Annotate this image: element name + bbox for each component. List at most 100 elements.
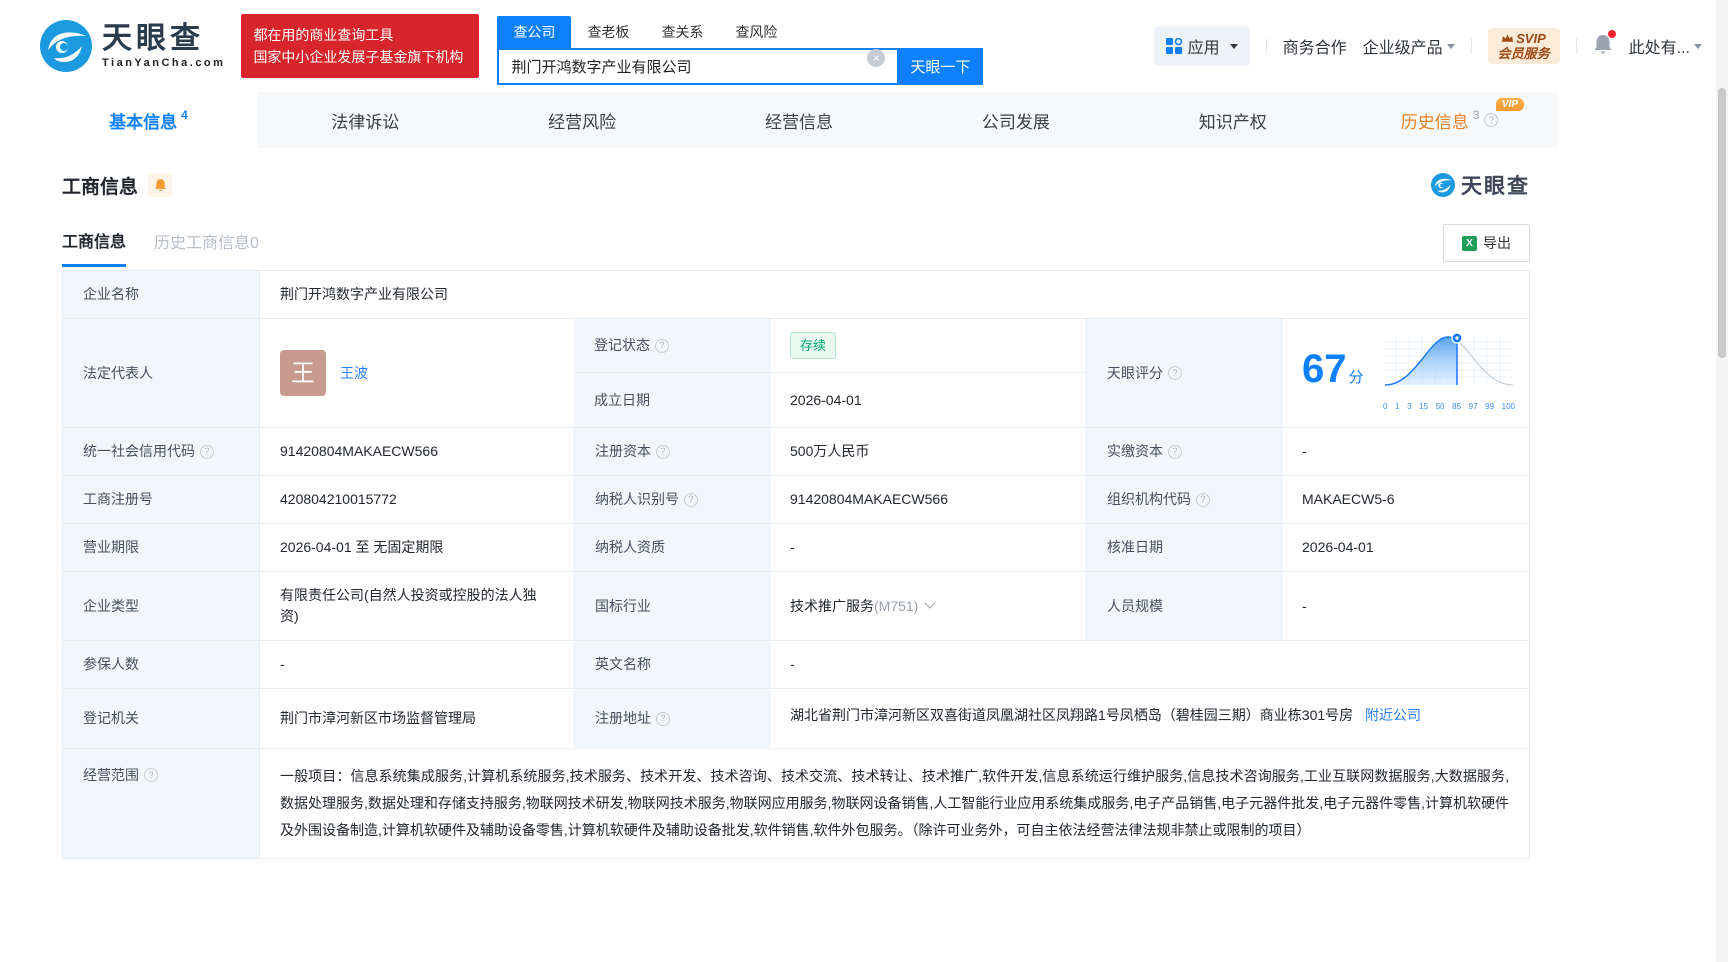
table-row: 法定代表人 王 王波 登记状态 ? 存续 成立日期 2026-04-01 天眼评… <box>63 319 1529 428</box>
search-tab-boss[interactable]: 查老板 <box>571 16 645 48</box>
reg-status-label: 登记状态 ? <box>574 319 769 372</box>
search-tab-risk[interactable]: 查风险 <box>719 16 793 48</box>
user-menu[interactable]: 此处有... <box>1629 34 1702 58</box>
subtab-business-info[interactable]: 工商信息 <box>62 228 127 267</box>
legal-rep-label: 法定代表人 <box>63 319 259 427</box>
help-icon[interactable]: ? <box>1168 366 1182 380</box>
score-axis-ticks: 01 3 15 50 85 97 99 100 <box>1383 402 1515 411</box>
vip-badge: VIP <box>1495 98 1525 111</box>
industry-value: 技术推广服务 (M751) <box>769 572 1086 640</box>
industry-label: 国标行业 <box>574 572 769 640</box>
insured-count-label: 参保人数 <box>63 641 259 688</box>
nearby-companies-link[interactable]: 附近公司 <box>1365 707 1421 723</box>
staff-size-label: 人员规模 <box>1086 572 1281 640</box>
tab-intellectual-property[interactable]: 知识产权 <box>1124 92 1341 148</box>
section-title: 工商信息 <box>62 176 139 198</box>
logo-title: 天眼查 <box>102 21 204 55</box>
tab-operating-info[interactable]: 经营信息 <box>691 92 908 148</box>
nav-enterprise-products[interactable]: 企业级产品 <box>1363 34 1455 58</box>
paid-capital-label: 实缴资本? <box>1086 428 1281 475</box>
subscribe-bell-icon[interactable] <box>148 173 173 197</box>
reg-address-value: 湖北省荆门市漳河新区双喜街道凤凰湖社区凤翔路1号凤栖岛（碧桂园三期）商业栋301… <box>769 689 1529 748</box>
org-code-value: MAKAECW5-6 <box>1281 476 1529 523</box>
help-icon[interactable]: ? <box>656 711 670 726</box>
help-icon[interactable]: ? <box>656 444 670 459</box>
divider <box>1575 38 1577 54</box>
est-date-label: 成立日期 <box>574 373 769 427</box>
help-icon[interactable]: ? <box>1484 113 1499 127</box>
search-area: 查公司 查老板 查关系 查风险 × 天眼一下 <box>497 15 984 85</box>
business-term-value: 2026-04-01 至 无固定期限 <box>259 524 574 571</box>
tab-legal-litigation[interactable]: 法律诉讼 <box>257 92 474 148</box>
chevron-down-icon <box>1229 43 1238 49</box>
search-button[interactable]: 天眼一下 <box>897 47 984 85</box>
watermark-label: 天眼查 <box>1461 175 1530 198</box>
company-name-value: 荆门开鸿数字产业有限公司 <box>259 271 1529 318</box>
tab-history-info[interactable]: VIP 历史信息 3 ? <box>1341 92 1558 148</box>
table-row: 登记机关 荆门市漳河新区市场监督管理局 注册地址? 湖北省荆门市漳河新区双喜街道… <box>63 689 1529 749</box>
notification-bell-icon[interactable] <box>1593 29 1616 60</box>
tab-basic-info[interactable]: 基本信息 4 <box>40 92 257 148</box>
svip-line2: 会员服务 <box>1497 46 1550 61</box>
banner-line1: 都在用的商业查询工具 <box>253 27 394 43</box>
score-distribution-chart: 01 3 15 50 85 97 99 100 <box>1383 329 1515 417</box>
chevron-down-icon <box>1446 43 1455 49</box>
search-tab-relation[interactable]: 查关系 <box>645 16 719 48</box>
help-icon[interactable]: ? <box>144 768 158 782</box>
table-row: 参保人数 - 英文名称 - <box>63 641 1529 689</box>
nav-business-coop[interactable]: 商务合作 <box>1283 34 1347 58</box>
tab-operating-risk[interactable]: 经营风险 <box>474 92 691 148</box>
tab-label: 基本信息 <box>109 112 178 132</box>
search-tabs: 查公司 查老板 查关系 查风险 <box>497 15 983 48</box>
score-label: 天眼评分 ? <box>1086 319 1281 427</box>
help-icon[interactable]: ? <box>655 338 669 353</box>
table-row: 营业期限 2026-04-01 至 无固定期限 纳税人资质 - 核准日期 202… <box>63 524 1529 572</box>
search-tab-company[interactable]: 查公司 <box>497 15 572 48</box>
scrollbar-thumb[interactable] <box>1718 88 1726 358</box>
table-row: 经营范围? 一般项目：信息系统集成服务,计算机系统服务,技术服务、技术开发、技术… <box>63 749 1529 859</box>
reg-capital-label: 注册资本? <box>574 428 769 475</box>
taxpayer-id-value: 91420804MAKAECW566 <box>769 476 1086 523</box>
export-button[interactable]: X 导出 <box>1443 224 1530 262</box>
credit-code-value: 91420804MAKAECW566 <box>259 428 574 475</box>
legal-rep-link[interactable]: 王波 <box>340 363 368 384</box>
help-icon[interactable]: ? <box>1196 492 1210 507</box>
divider <box>1265 38 1267 54</box>
subtab-history-business-info[interactable]: 历史工商信息0 <box>154 229 259 265</box>
english-name-value: - <box>769 641 1529 688</box>
help-icon[interactable]: ? <box>1168 444 1182 459</box>
svip-line1: SVIP <box>1516 31 1546 46</box>
reg-status-value: 存续 <box>769 319 1086 372</box>
approval-date-value: 2026-04-01 <box>1281 524 1529 571</box>
tab-company-development[interactable]: 公司发展 <box>907 92 1124 148</box>
tianyancha-logo[interactable]: 天眼查 TianYanCha.com <box>40 20 225 72</box>
svip-member-badge[interactable]: SVIP 会员服务 <box>1487 28 1560 64</box>
apps-menu[interactable]: 应用 <box>1153 26 1250 66</box>
tianyancha-watermark: 天眼查 <box>1431 170 1530 200</box>
reg-authority-label: 登记机关 <box>63 689 259 748</box>
industry-code: (M751) <box>874 597 919 614</box>
tab-count: 3 <box>1472 108 1480 122</box>
tab-label: 历史信息 <box>1400 112 1469 132</box>
help-icon[interactable]: ? <box>200 444 214 459</box>
tab-label: 经营风险 <box>548 112 617 132</box>
approval-date-label: 核准日期 <box>1086 524 1281 571</box>
tab-label: 法律诉讼 <box>331 112 400 132</box>
paid-capital-value: - <box>1281 428 1529 475</box>
tianyancha-logo-icon <box>40 20 92 72</box>
brand-slogan-banner: 都在用的商业查询工具 国家中小企业发展子基金旗下机构 <box>241 14 480 78</box>
score-value: 67 分 <box>1302 346 1364 391</box>
search-input[interactable] <box>497 47 898 85</box>
chevron-down-icon[interactable] <box>924 597 937 609</box>
crown-icon <box>1501 34 1513 42</box>
scrollbar[interactable] <box>1716 0 1728 962</box>
help-icon[interactable]: ? <box>684 492 698 507</box>
banner-line2: 国家中小企业发展子基金旗下机构 <box>253 49 464 65</box>
clear-search-icon[interactable]: × <box>867 48 886 67</box>
business-scope-label: 经营范围? <box>63 749 259 858</box>
taxpayer-id-label: 纳税人识别号? <box>574 476 769 523</box>
tab-label: 知识产权 <box>1198 112 1267 132</box>
logo-domain: TianYanCha.com <box>102 56 226 69</box>
legal-rep-avatar[interactable]: 王 <box>280 350 326 396</box>
credit-code-label: 统一社会信用代码? <box>63 428 259 475</box>
